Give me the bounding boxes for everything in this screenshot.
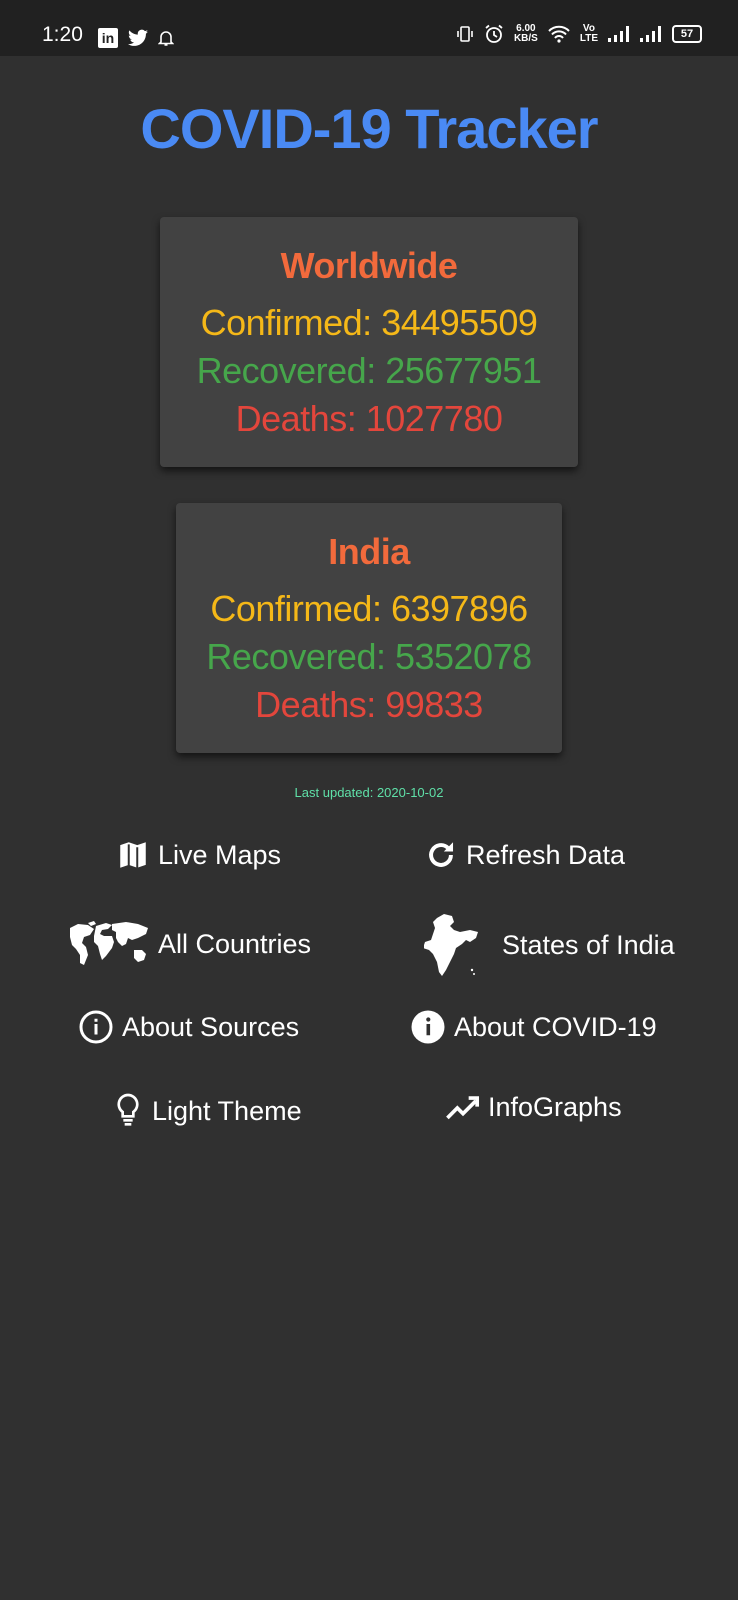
world-map-icon bbox=[70, 921, 148, 965]
status-bar: 1:20 in 6.00 KB/S Vo LTE 57 bbox=[0, 0, 738, 56]
worldwide-deaths: Deaths: 1027780 bbox=[235, 398, 503, 439]
live-maps-button[interactable]: Live Maps bbox=[116, 838, 281, 872]
about-sources-label: About Sources bbox=[122, 1011, 300, 1042]
refresh-icon bbox=[429, 842, 454, 867]
refresh-data-label: Refresh Data bbox=[466, 839, 626, 870]
worldwide-confirmed: Confirmed: 34495509 bbox=[200, 302, 538, 343]
light-theme-button[interactable]: Light Theme bbox=[112, 1092, 302, 1130]
bell-icon bbox=[158, 31, 174, 46]
vibrate-icon bbox=[457, 26, 473, 42]
network-speed: 6.00 KB/S bbox=[513, 23, 538, 44]
alarm-icon bbox=[485, 24, 503, 43]
light-theme-label: Light Theme bbox=[152, 1095, 302, 1126]
about-covid-label: About COVID-19 bbox=[454, 1011, 657, 1042]
india-card: India Confirmed: 6397896 Recovered: 5352… bbox=[176, 503, 562, 753]
system-status-icons: 6.00 KB/S Vo LTE 57 bbox=[456, 24, 702, 44]
about-covid-button[interactable]: About COVID-19 bbox=[410, 1009, 657, 1045]
infographs-label: InfoGraphs bbox=[488, 1092, 622, 1122]
twitter-icon bbox=[128, 29, 148, 46]
all-countries-button[interactable]: All Countries bbox=[66, 920, 311, 968]
states-of-india-label: States of India bbox=[502, 929, 675, 960]
india-map-icon bbox=[424, 914, 478, 976]
wifi-icon bbox=[548, 25, 570, 43]
india-title: India bbox=[328, 531, 410, 572]
refresh-data-button[interactable]: Refresh Data bbox=[424, 838, 625, 872]
india-deaths: Deaths: 99833 bbox=[255, 684, 483, 725]
status-time: 1:20 bbox=[42, 23, 83, 46]
lightbulb-icon bbox=[117, 1093, 139, 1126]
volte-indicator: Vo LTE bbox=[579, 23, 598, 44]
info-filled-icon bbox=[411, 1010, 445, 1044]
battery-icon: 57 bbox=[672, 25, 702, 43]
linkedin-icon: in bbox=[98, 28, 118, 48]
map-icon bbox=[120, 842, 146, 869]
live-maps-label: Live Maps bbox=[158, 839, 282, 870]
app-title: COVID-19 Tracker bbox=[140, 97, 598, 160]
trending-icon bbox=[446, 1095, 480, 1119]
info-outline-icon bbox=[79, 1010, 113, 1044]
india-recovered: Recovered: 5352078 bbox=[206, 636, 532, 677]
signal-icon bbox=[608, 26, 629, 42]
notification-icons: in bbox=[98, 28, 174, 48]
about-sources-button[interactable]: About Sources bbox=[78, 1009, 299, 1045]
states-of-india-button[interactable]: States of India bbox=[424, 912, 675, 978]
infographs-button[interactable]: InfoGraphs bbox=[446, 1092, 622, 1123]
worldwide-title: Worldwide bbox=[280, 245, 458, 286]
last-updated-text: Last updated: 2020-10-02 bbox=[294, 785, 444, 800]
worldwide-recovered: Recovered: 25677951 bbox=[196, 350, 542, 391]
all-countries-label: All Countries bbox=[158, 928, 312, 959]
signal-icon-2 bbox=[640, 26, 661, 42]
worldwide-card: Worldwide Confirmed: 34495509 Recovered:… bbox=[160, 217, 578, 467]
india-confirmed: Confirmed: 6397896 bbox=[210, 588, 528, 629]
